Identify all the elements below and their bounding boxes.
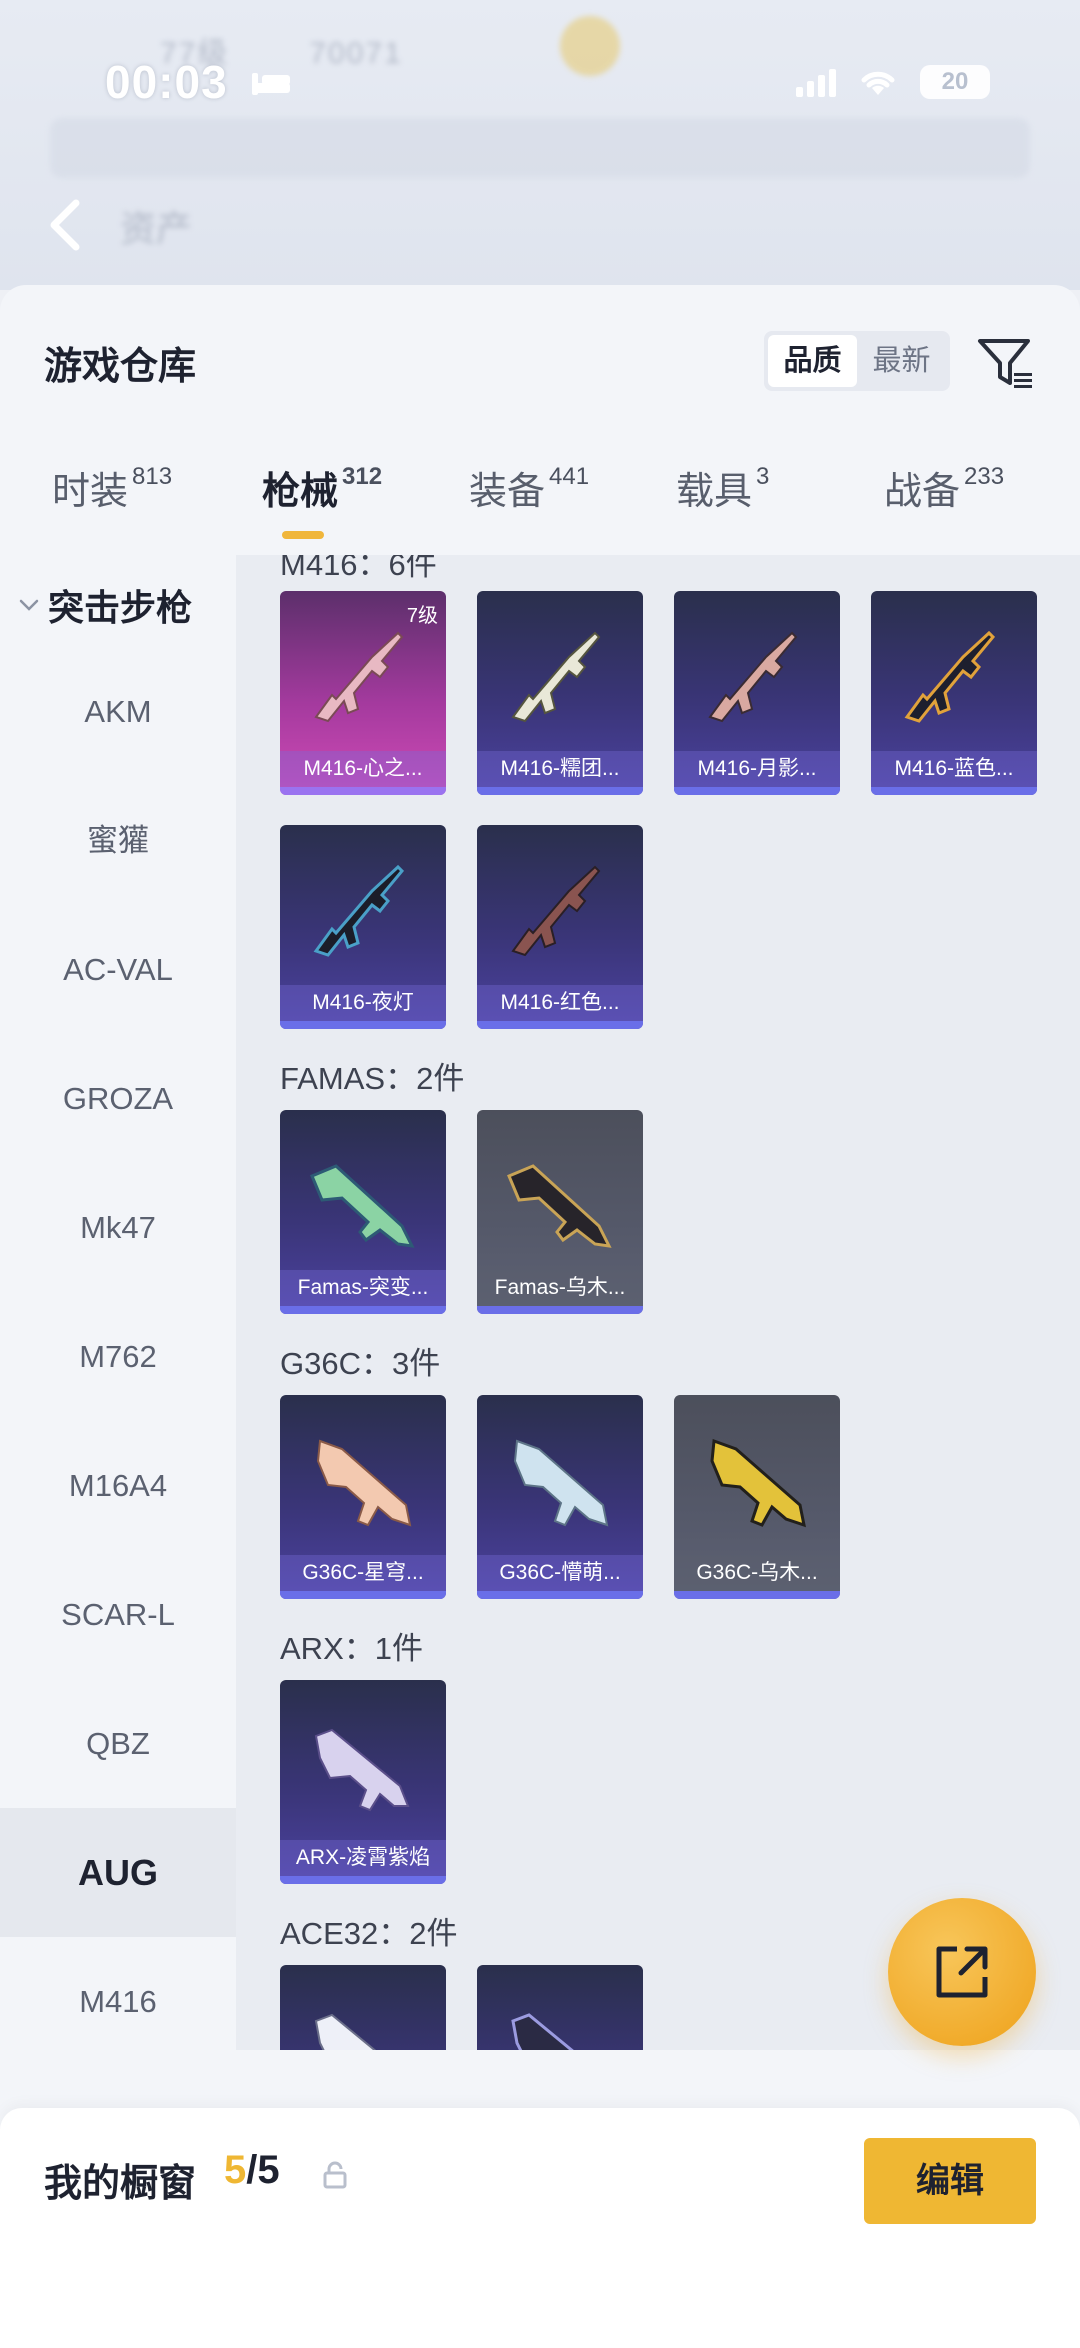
weapon-card[interactable]: M416-蓝色...: [871, 591, 1037, 795]
rifle-icon: [513, 1439, 609, 1527]
category-header-famas: FAMAS：2件: [280, 1061, 465, 1096]
tab-firearms[interactable]: 枪械 312: [262, 460, 382, 515]
rifle-icon: [314, 1728, 410, 1812]
my-showcase-bar: 我的橱窗 5/5 编辑: [0, 2108, 1080, 2348]
showcase-label: 我的橱窗: [44, 2163, 197, 2205]
weapon-card[interactable]: [477, 1965, 643, 2050]
category-tabs: 时装 813 枪械 312 装备 441 载具 3 战备 233: [0, 460, 1080, 550]
weapon-card[interactable]: 7级 M416-心之...: [280, 591, 446, 795]
sidebar-item-honey-badger[interactable]: 蜜獾: [0, 776, 236, 905]
back-arrow-icon[interactable]: [40, 195, 90, 255]
weapon-grid: M416：6件 7级 M416-心之... M416-糯团... M416-月影…: [236, 555, 1080, 2050]
weapon-type-sidebar: 突击步枪 AKM 蜜獾 AC-VAL GROZA Mk47 M762 M16A4…: [0, 555, 236, 2050]
showcase-count: 5/5: [224, 2148, 280, 2192]
sidebar-item-scar-l[interactable]: SCAR-L: [0, 1550, 236, 1679]
sidebar-item-m762[interactable]: M762: [0, 1292, 236, 1421]
rifle-icon: [708, 631, 798, 723]
wifi-icon: [861, 71, 895, 95]
weapon-name: M416-月影...: [674, 751, 840, 787]
weapon-name: G36C-懵萌...: [477, 1555, 643, 1591]
category-header-ace32: ACE32：2件: [280, 1916, 458, 1951]
status-time: 00:03: [105, 56, 228, 108]
weapon-card[interactable]: G36C-乌木...: [674, 1395, 840, 1599]
sidebar-group-label: 突击步枪: [48, 587, 193, 628]
sleep-focus-icon: [252, 73, 290, 95]
edit-button[interactable]: 编辑: [864, 2138, 1036, 2224]
rifle-icon: [310, 1164, 415, 1248]
weapon-name: M416-蓝色...: [871, 751, 1037, 787]
weapon-name: M416-糯团...: [477, 751, 643, 787]
category-header-g36c: G36C：3件: [280, 1346, 441, 1381]
sidebar-item-m16a4[interactable]: M16A4: [0, 1421, 236, 1550]
weapon-name: G36C-星穹...: [280, 1555, 446, 1591]
tab-fashion[interactable]: 时装 813: [52, 460, 172, 515]
rifle-icon: [511, 2013, 574, 2050]
category-header-arx: ARX：1件: [280, 1631, 423, 1666]
rifle-icon: [511, 631, 601, 723]
rifle-icon: [904, 630, 996, 723]
weapon-name: Famas-突变...: [280, 1270, 446, 1306]
rifle-icon: [313, 864, 405, 957]
weapon-card[interactable]: M416-红色...: [477, 825, 643, 1029]
tab-gear[interactable]: 战备 233: [884, 460, 1004, 515]
game-warehouse-sheet: 游戏仓库 品质 最新 时装 813 枪械 312 装备 441 载具 3 战备 233 突…: [0, 285, 1080, 2348]
rifle-icon: [507, 1164, 612, 1248]
cellular-signal-icon: [796, 67, 836, 97]
tab-equipment[interactable]: 装备 441: [469, 460, 589, 515]
weapon-card[interactable]: M416-月影...: [674, 591, 840, 795]
sheet-title: 游戏仓库: [44, 346, 197, 388]
sidebar-item-m416[interactable]: M416: [0, 1937, 236, 2066]
rifle-icon: [511, 865, 601, 957]
chevron-down-icon: [19, 599, 39, 611]
sidebar-item-akm[interactable]: AKM: [0, 647, 236, 776]
sidebar-item-ac-val[interactable]: AC-VAL: [0, 905, 236, 1034]
rifle-icon: [314, 631, 404, 723]
blurred-backdrop: 77级 70071 资产: [0, 0, 1080, 290]
rifle-icon: [316, 1439, 412, 1527]
background-header: 77级 70071 资产: [0, 0, 1080, 290]
weapon-card[interactable]: M416-糯团...: [477, 591, 643, 795]
weapon-name: M416-夜灯: [280, 985, 446, 1021]
weapon-name: Famas-乌木...: [477, 1270, 643, 1306]
sort-option-newest[interactable]: 最新: [857, 335, 946, 387]
status-bar: 00:03 20: [0, 55, 1080, 115]
filter-icon[interactable]: [974, 331, 1038, 395]
weapon-name: G36C-乌木...: [674, 1555, 840, 1591]
weapon-card[interactable]: G36C-懵萌...: [477, 1395, 643, 1599]
sidebar-item-mk47[interactable]: Mk47: [0, 1163, 236, 1292]
battery-indicator: 20: [920, 65, 990, 99]
weapon-card[interactable]: G36C-星穹...: [280, 1395, 446, 1599]
weapon-name: M416-心之...: [280, 751, 446, 787]
sidebar-item-aug[interactable]: AUG: [0, 1808, 236, 1937]
active-tab-indicator: [282, 531, 324, 539]
share-button[interactable]: [888, 1898, 1036, 2046]
weapon-card[interactable]: Famas-突变...: [280, 1110, 446, 1314]
rifle-icon: [710, 1438, 806, 1528]
share-icon: [936, 1946, 988, 1998]
weapon-name: M416-红色...: [477, 985, 643, 1021]
weapon-name: ARX-凌霄紫焰: [280, 1840, 446, 1876]
sidebar-group-assault-rifles[interactable]: 突击步枪: [18, 579, 192, 631]
rifle-icon: [314, 2013, 377, 2050]
lock-icon: [323, 2161, 347, 2189]
weapon-card[interactable]: [280, 1965, 446, 2050]
sort-option-quality[interactable]: 品质: [768, 335, 857, 387]
weapon-card[interactable]: ARX-凌霄紫焰: [280, 1680, 446, 1884]
sidebar-item-qbz[interactable]: QBZ: [0, 1679, 236, 1808]
category-header-m416: M416：6件: [280, 555, 437, 582]
tab-vehicles[interactable]: 载具 3: [676, 460, 769, 515]
sidebar-item-groza[interactable]: GROZA: [0, 1034, 236, 1163]
weapon-card[interactable]: Famas-乌木...: [477, 1110, 643, 1314]
sort-toggle: 品质 最新: [764, 331, 950, 391]
weapon-card[interactable]: M416-夜灯: [280, 825, 446, 1029]
